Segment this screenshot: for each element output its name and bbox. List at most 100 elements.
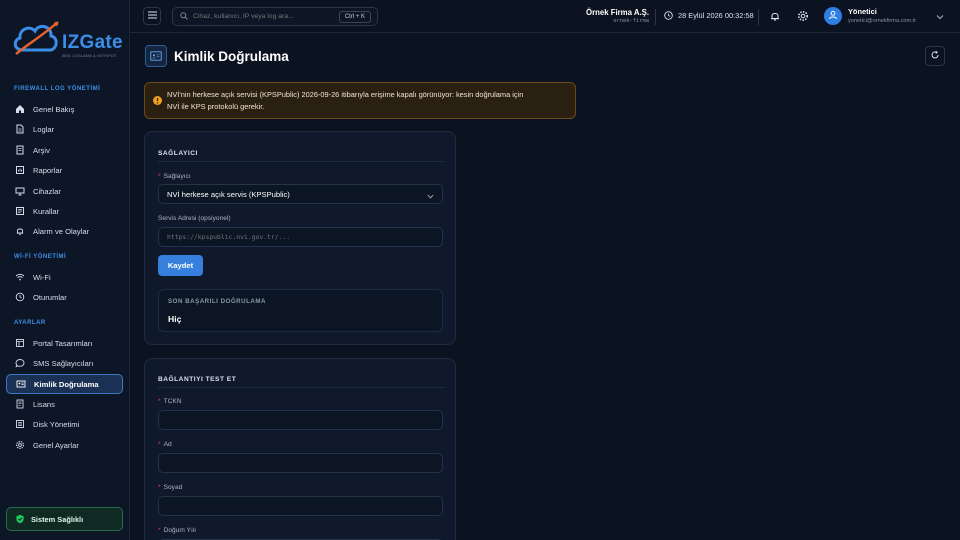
refresh-button[interactable] bbox=[925, 46, 945, 66]
chevron-down-icon bbox=[427, 192, 434, 199]
warning-text-line-1: NVİ'nin herkese açık servisi (KPSPublic)… bbox=[167, 90, 524, 99]
warning-info-icon bbox=[153, 96, 162, 105]
sidebar-item-portal-designs[interactable]: Portal Tasarımları bbox=[6, 333, 123, 353]
user-icon bbox=[828, 10, 838, 22]
sidebar-item-label: Disk Yönetimi bbox=[33, 419, 80, 429]
brand-name: IZGate bbox=[62, 32, 123, 53]
sidebar-item-rules[interactable]: Kurallar bbox=[6, 201, 123, 221]
save-button[interactable]: Kaydet bbox=[158, 255, 203, 276]
report-icon bbox=[15, 165, 25, 175]
notifications-bell-icon[interactable] bbox=[769, 10, 781, 22]
datetime-text: 28 Eylül 2026 00:32:58 bbox=[678, 11, 754, 20]
search-icon bbox=[180, 11, 188, 22]
sidebar-item-sessions[interactable]: Oturumlar bbox=[6, 287, 123, 307]
id-card-icon bbox=[16, 379, 26, 389]
search-input[interactable] bbox=[193, 13, 343, 20]
sidebar-item-label: Oturumlar bbox=[33, 292, 67, 302]
sidebar-item-general-settings[interactable]: Genel Ayarlar bbox=[6, 435, 123, 455]
sidebar-item-label: Wi-Fi bbox=[33, 272, 51, 282]
sidebar-item-overview[interactable]: Genel Bakış bbox=[6, 99, 123, 119]
soyad-label: * Soyad bbox=[158, 484, 183, 491]
brand-tagline: 5651 LOGLAMA & HOTSPOT bbox=[62, 54, 117, 58]
sidebar-item-alarms[interactable]: Alarm ve Olaylar bbox=[6, 221, 123, 241]
last-success-panel: SON BAŞARILI DOĞRULAMA Hiç bbox=[158, 289, 443, 332]
system-health-label: Sistem Sağlıklı bbox=[31, 514, 84, 524]
card-divider bbox=[158, 387, 444, 388]
sidebar-item-sms-providers[interactable]: SMS Sağlayıcıları bbox=[6, 353, 123, 373]
menu-toggle-button[interactable] bbox=[143, 7, 161, 25]
required-marker: * bbox=[158, 441, 161, 448]
warning-alert: NVİ'nin herkese açık servisi (KPSPublic)… bbox=[144, 82, 576, 119]
company-name: Örnek Firma A.Ş. bbox=[586, 8, 649, 17]
current-datetime: 28 Eylül 2026 00:32:58 bbox=[664, 11, 754, 20]
brand-logo[interactable]: IZGate 5651 LOGLAMA & HOTSPOT bbox=[10, 10, 123, 66]
layout-icon bbox=[15, 338, 25, 348]
tckn-input[interactable] bbox=[158, 410, 443, 430]
card-divider bbox=[158, 161, 444, 162]
required-marker: * bbox=[158, 527, 161, 534]
last-success-title: SON BAŞARILI DOĞRULAMA bbox=[168, 298, 266, 305]
sidebar-item-label: SMS Sağlayıcıları bbox=[33, 358, 94, 368]
sidebar-item-disk-management[interactable]: Disk Yönetimi bbox=[6, 414, 123, 434]
soyad-input[interactable] bbox=[158, 496, 443, 516]
top-bar: Ctrl + K Örnek Firma A.Ş. ornek-firma 28… bbox=[130, 0, 960, 33]
settings-gear-icon[interactable] bbox=[797, 10, 809, 22]
nav-section-firewall: FIREWALL LOG YÖNETİMİ bbox=[14, 86, 101, 92]
service-url-label: Servis Adresi (opsiyonel) bbox=[158, 215, 231, 222]
test-card-title: BAĞLANTIYI TEST ET bbox=[158, 376, 237, 383]
gear-icon bbox=[15, 440, 25, 450]
chevron-down-icon[interactable] bbox=[936, 13, 944, 20]
refresh-icon bbox=[930, 50, 940, 62]
provider-card-title: SAĞLAYICI bbox=[158, 150, 198, 157]
provider-label: * Sağlayıcı bbox=[158, 173, 191, 180]
sidebar-item-label: Arşiv bbox=[33, 145, 50, 155]
user-email: yonetici@ornekfirma.com.tr bbox=[848, 18, 917, 24]
company-slug: ornek-firma bbox=[613, 18, 649, 24]
sidebar-item-identity-verification[interactable]: Kimlik Doğrulama bbox=[6, 374, 123, 394]
page-title: Kimlik Doğrulama bbox=[174, 49, 289, 64]
provider-select[interactable]: NVİ herkese açık servis (KPSPublic) bbox=[158, 184, 443, 204]
system-health-status[interactable]: Sistem Sağlıklı bbox=[6, 507, 123, 531]
wifi-icon bbox=[15, 272, 25, 282]
sidebar-item-label: Genel Bakış bbox=[33, 104, 75, 114]
sidebar-item-wifi[interactable]: Wi-Fi bbox=[6, 267, 123, 287]
topbar-divider bbox=[758, 9, 759, 25]
license-icon bbox=[15, 399, 25, 409]
message-icon bbox=[15, 358, 25, 368]
sidebar-item-logs[interactable]: Loglar bbox=[6, 119, 123, 139]
sidebar-item-license[interactable]: Lisans bbox=[6, 394, 123, 414]
archive-icon bbox=[15, 145, 25, 155]
rules-icon bbox=[15, 206, 25, 216]
nav-section-wifi: Wİ-Fİ YÖNETİMİ bbox=[14, 254, 67, 260]
sidebar-item-devices[interactable]: Cihazlar bbox=[6, 181, 123, 201]
required-marker: * bbox=[158, 398, 161, 405]
sidebar-item-label: Portal Tasarımları bbox=[33, 338, 93, 348]
tckn-label: * TCKN bbox=[158, 398, 182, 405]
required-marker: * bbox=[158, 484, 161, 491]
global-search[interactable]: Ctrl + K bbox=[172, 7, 378, 26]
service-url-field[interactable] bbox=[158, 227, 443, 247]
sidebar-item-label: Cihazlar bbox=[33, 186, 61, 196]
soyad-text-input[interactable] bbox=[167, 502, 442, 510]
nav-section-settings: AYARLAR bbox=[14, 320, 46, 326]
sidebar-item-label: Lisans bbox=[33, 399, 55, 409]
sidebar-item-reports[interactable]: Raporlar bbox=[6, 160, 123, 180]
bell-icon bbox=[15, 226, 25, 236]
sidebar-item-label: Kimlik Doğrulama bbox=[34, 379, 99, 389]
clock-icon bbox=[15, 292, 25, 302]
required-marker: * bbox=[158, 173, 161, 180]
monitor-icon bbox=[15, 186, 25, 196]
company-switcher[interactable]: Örnek Firma A.Ş. ornek-firma bbox=[586, 8, 649, 24]
shield-check-icon bbox=[15, 514, 25, 524]
tckn-text-input[interactable] bbox=[167, 416, 442, 424]
sidebar-item-label: Alarm ve Olaylar bbox=[33, 226, 90, 236]
user-avatar[interactable] bbox=[824, 7, 842, 25]
hamburger-icon bbox=[147, 11, 157, 21]
last-success-value: Hiç bbox=[168, 314, 182, 324]
sidebar-item-label: Raporlar bbox=[33, 165, 63, 175]
ad-input[interactable] bbox=[158, 453, 443, 473]
service-url-input[interactable] bbox=[167, 233, 442, 241]
user-menu[interactable]: Yönetici yonetici@ornekfirma.com.tr bbox=[848, 7, 916, 24]
sidebar-item-archive[interactable]: Arşiv bbox=[6, 140, 123, 160]
ad-text-input[interactable] bbox=[167, 459, 442, 467]
